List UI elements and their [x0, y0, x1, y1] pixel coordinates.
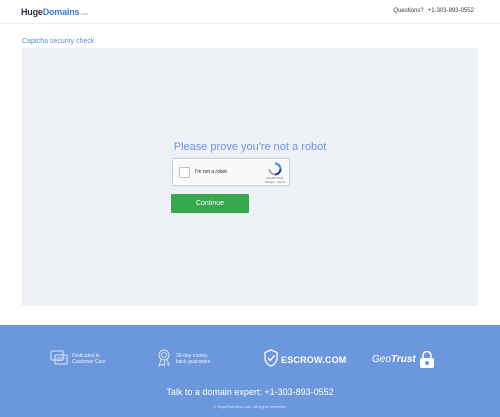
not-robot-label: I'm not a robot [195, 169, 227, 175]
money-back-badge: 30-day money back guarantee [156, 349, 236, 371]
money-back-icon [158, 349, 170, 367]
captcha-panel: Please prove you're not a robot I'm not … [22, 48, 478, 306]
header-phone[interactable]: +1-303-893-0552 [428, 8, 474, 14]
geotrust-lock-icon [420, 351, 434, 368]
talk-to-expert[interactable]: Talk to a domain expert: +1-303-893-0552 [0, 387, 500, 397]
escrow-text: ESCROW.COM [281, 355, 347, 365]
customer-care-line2: Customer Care [72, 359, 106, 365]
logo-domains: Domains [42, 7, 80, 17]
not-robot-checkbox[interactable] [179, 167, 190, 178]
customer-care-text: Dedicated to Customer Care [72, 353, 106, 365]
customer-care-icon [50, 350, 68, 365]
header-contact: Questions? +1-303-893-0552 [393, 8, 474, 14]
escrow-shield-icon [264, 349, 278, 367]
continue-button[interactable]: Continue [171, 194, 249, 213]
recaptcha-brand: reCAPTCHA Privacy - Terms [263, 176, 287, 184]
geotrust-text-b: Trust [390, 354, 416, 365]
logo-tld: .com [80, 11, 89, 16]
logo-huge: Huge [21, 7, 43, 17]
customer-care-badge: Dedicated to Customer Care [50, 349, 120, 371]
recaptcha-icon [268, 162, 282, 176]
money-back-line2: back guarantee [176, 359, 211, 365]
money-back-text: 30-day money back guarantee [176, 353, 210, 365]
questions-label: Questions? [393, 8, 424, 14]
geotrust-text: GeoTrust [372, 354, 416, 365]
page-title: Captcha security check [22, 38, 95, 45]
geotrust-text-a: Geo [372, 354, 391, 365]
captcha-prompt: Please prove you're not a robot [173, 141, 327, 153]
recaptcha-widget: I'm not a robot reCAPTCHA Privacy - Term… [172, 158, 290, 186]
recaptcha-links[interactable]: Privacy - Terms [263, 180, 287, 184]
site-header: HugeDomains.com Questions? +1-303-893-055… [0, 0, 500, 24]
escrow-badge[interactable]: ESCROW.COM [264, 349, 346, 371]
geotrust-badge[interactable]: GeoTrust [372, 349, 442, 371]
site-footer: Dedicated to Customer Care 30-day money … [0, 325, 500, 417]
hugedomains-logo[interactable]: HugeDomains.com [21, 7, 88, 17]
copyright: © HugeDomains.com. All rights reserved. [213, 404, 287, 409]
